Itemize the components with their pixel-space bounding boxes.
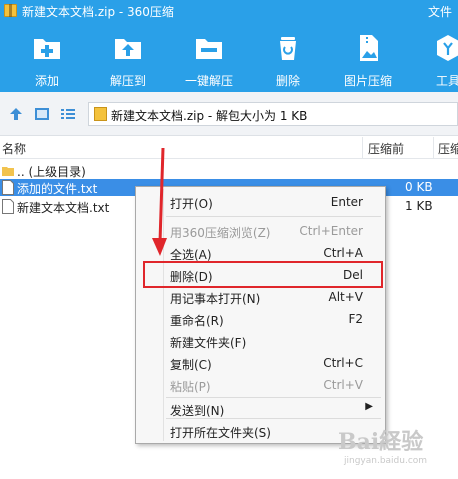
menu-item-send-to[interactable]: 发送到(N) ▶ [138,398,383,420]
one-click-extract-icon [196,39,222,59]
annotation-highlight-box [143,261,383,288]
text-file-icon [2,180,14,195]
extract-to-button[interactable]: 解压到 [93,32,163,90]
menu-shortcut: Alt+V [328,290,363,304]
trash-icon [280,37,296,60]
menu-separator [166,216,381,217]
column-divider[interactable] [433,137,434,158]
menu-label: 重命名(R) [170,314,224,328]
tools-icon [437,35,458,61]
watermark-url: jingyan.baidu.com [344,456,428,466]
file-name: .. (上级目录) [17,165,86,179]
delete-button[interactable]: 删除 [253,32,323,90]
watermark-logo: Bai経验 [338,429,424,455]
path-text: 新建文本文档.zip - 解包大小为 1 KB [111,109,308,123]
file-menu[interactable]: 文件 [428,3,452,20]
title-bar: 新建文本文档.zip - 360压缩 文件 [0,0,458,22]
text-file-icon [2,199,14,214]
extract-to-icon [115,39,141,59]
path-field[interactable]: 新建文本文档.zip - 解包大小为 1 KB [88,102,458,126]
add-label: 添加 [34,74,59,88]
column-divider[interactable] [362,137,363,158]
zip-archive-icon [94,107,107,121]
context-menu: 打开(O) Enter 用360压缩浏览(Z) Ctrl+Enter 全选(A)… [135,186,386,444]
menu-item-open-notepad[interactable]: 用记事本打开(N) Alt+V [138,286,383,308]
image-compress-button[interactable]: 图片压缩 [333,32,403,90]
image-compress-icon [360,35,378,61]
up-arrow-icon[interactable] [8,106,24,122]
file-size: 1 KB [405,199,433,213]
menu-label: 打开所在文件夹(S) [170,426,271,440]
column-after[interactable]: 压缩 [438,140,458,157]
file-size: 0 KB [405,180,433,194]
tools-label: 工具 [435,74,458,88]
column-name[interactable]: 名称 [2,140,26,157]
extract-to-label: 解压到 [109,74,146,88]
menu-label: 新建文件夹(F) [170,336,247,350]
menu-shortcut: Ctrl+C [323,356,363,370]
menu-label: 粘贴(P) [170,380,211,394]
file-name: 新建文本文档.txt [17,201,110,215]
menu-label: 用记事本打开(N) [170,292,261,306]
delete-label: 删除 [275,74,300,88]
toolbar: 添加 解压到 一键解压 删除 图片压缩 工具 [0,22,458,92]
list-view-icon[interactable] [60,106,76,122]
watermark: Bai経验 jingyan.baidu.com [338,420,453,474]
one-click-extract-button[interactable]: 一键解压 [174,32,244,90]
menu-shortcut: Enter [330,195,363,209]
address-bar: 新建文本文档.zip - 解包大小为 1 KB [0,92,458,136]
menu-shortcut: F2 [348,312,363,326]
menu-label: 打开(O) [170,197,213,211]
add-icon [34,39,60,59]
thumbnail-view-icon[interactable] [34,106,50,122]
menu-shortcut: Ctrl+Enter [299,224,363,238]
image-compress-label: 图片压缩 [343,74,392,88]
folder-icon [2,167,14,176]
submenu-arrow-icon: ▶ [365,401,373,412]
menu-label: 发送到(N) [170,404,225,418]
menu-label: 复制(C) [170,358,212,372]
menu-item-rename[interactable]: 重命名(R) F2 [138,308,383,330]
menu-separator [166,418,381,419]
one-click-extract-label: 一键解压 [184,74,233,88]
file-name: 添加的文件.txt [17,182,98,196]
list-item-parent[interactable]: .. (上级目录) [0,162,458,179]
menu-item-new-folder[interactable]: 新建文件夹(F) [138,330,383,352]
window-title: 新建文本文档.zip - 360压缩 [22,5,174,19]
menu-shortcut: Ctrl+V [323,378,363,392]
menu-item-browse-360: 用360压缩浏览(Z) Ctrl+Enter [138,220,383,242]
menu-item-copy[interactable]: 复制(C) Ctrl+C [138,352,383,374]
column-before[interactable]: 压缩前 [368,140,404,157]
tools-button[interactable]: 工具 [413,32,458,90]
menu-item-open[interactable]: 打开(O) Enter [138,191,383,213]
zip-archive-icon [4,4,17,17]
menu-label: 用360压缩浏览(Z) [170,226,271,240]
menu-shortcut: Ctrl+A [323,246,363,260]
add-button[interactable]: 添加 [12,32,82,90]
menu-item-paste: 粘贴(P) Ctrl+V [138,374,383,396]
column-header: 名称 压缩前 压缩 [0,137,458,159]
